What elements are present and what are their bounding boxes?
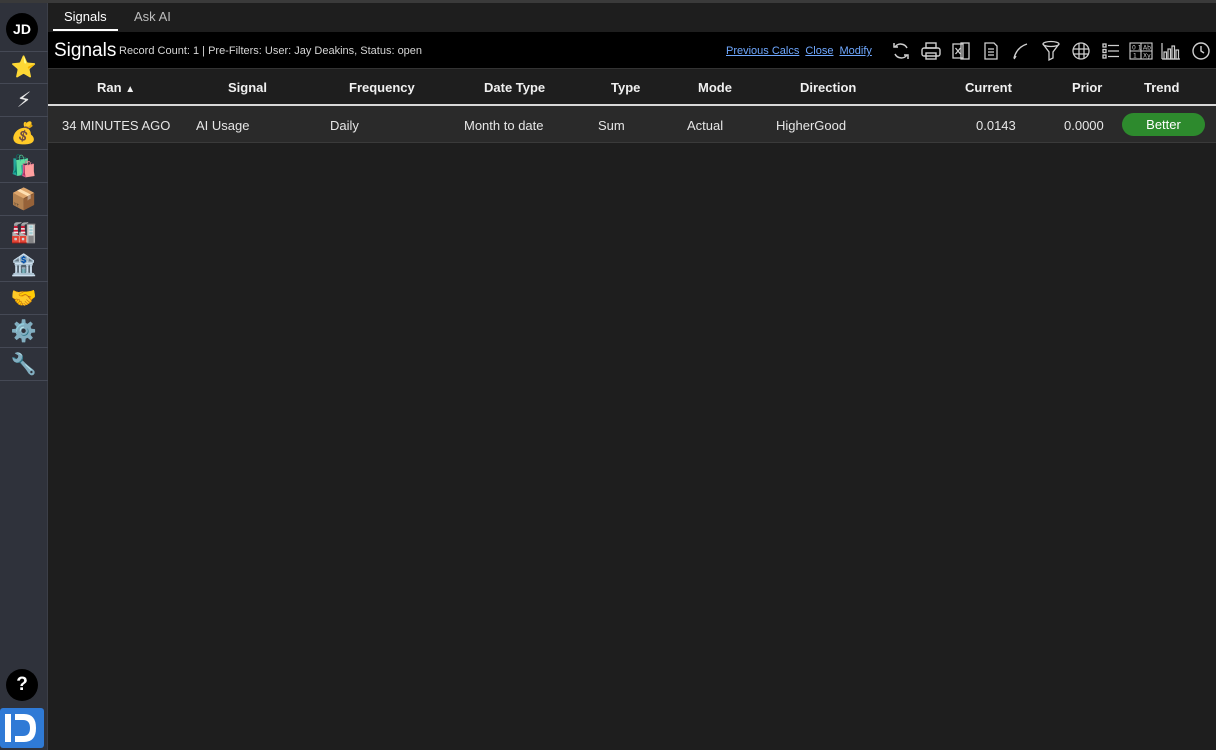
globe-grid-icon (1072, 42, 1090, 60)
modify-link[interactable]: Modify (839, 45, 871, 57)
refresh-button[interactable] (886, 39, 916, 63)
factory-icon: 🏭 (10, 220, 38, 244)
gear-icon: ⚙️ (10, 319, 38, 343)
star-icon: ⭐ (10, 56, 38, 79)
cell-type: Sum (598, 118, 625, 133)
clock-button[interactable] (1186, 39, 1216, 63)
tab-signals[interactable]: Signals (53, 3, 118, 31)
page-title: Signals (54, 40, 117, 61)
filter-button[interactable] (1036, 39, 1066, 63)
tab-ask-ai[interactable]: Ask AI (123, 3, 182, 31)
column-header-prior[interactable]: Prior (1072, 80, 1102, 95)
sidebar-item-crm[interactable]: 🤝 (0, 282, 48, 315)
column-header-type[interactable]: Type (611, 80, 640, 95)
sort-ascending-icon: ▲ (125, 84, 136, 95)
table-row[interactable]: 34 MINUTES AGO AI Usage Daily Month to d… (48, 106, 1216, 143)
column-header-frequency[interactable]: Frequency (349, 80, 415, 95)
money-bag-icon: 💰 (10, 121, 38, 145)
signals-table: Ran ▲ Signal Frequency Date Type Type Mo… (48, 69, 1216, 143)
bank-icon: 🏦 (10, 253, 38, 277)
close-link[interactable]: Close (805, 45, 833, 57)
header-links: Previous Calcs Close Modify (726, 45, 878, 57)
column-header-date-type[interactable]: Date Type (484, 80, 545, 95)
sidebar-item-tools[interactable]: 🔧 (0, 348, 48, 381)
print-icon (921, 42, 941, 60)
help-button[interactable]: ? (6, 669, 38, 701)
logo-icon (5, 714, 36, 742)
bar-chart-icon (1161, 43, 1180, 60)
list-icon (1102, 43, 1119, 59)
sidebar-item-manufacturing[interactable]: 🏭 (0, 216, 48, 249)
svg-text:Xy: Xy (1143, 53, 1151, 60)
toolbar: 0 1 Ab 1 Xy (886, 39, 1216, 63)
column-header-current[interactable]: Current (965, 80, 1012, 95)
page-header: Signals Record Count: 1 | Pre-Filters: U… (48, 32, 1216, 69)
calculator-button[interactable]: 0 1 Ab 1 Xy (1126, 39, 1156, 63)
sidebar-item-settings[interactable]: ⚙️ (0, 315, 48, 348)
document-button[interactable] (976, 39, 1006, 63)
column-header-mode[interactable]: Mode (698, 80, 732, 95)
tab-bar: Signals Ask AI (48, 3, 1216, 32)
svg-text:1: 1 (1133, 53, 1137, 60)
bar-chart-button[interactable] (1156, 39, 1186, 63)
sidebar-item-finance[interactable]: 💰 (0, 117, 48, 150)
column-label: Ran (97, 80, 122, 95)
sidebar-item-banking[interactable]: 🏦 (0, 249, 48, 282)
column-header-trend[interactable]: Trend (1144, 80, 1179, 95)
column-header-ran[interactable]: Ran ▲ (97, 80, 135, 95)
column-header-direction[interactable]: Direction (800, 80, 856, 95)
svg-text:Ab: Ab (1143, 45, 1151, 52)
sidebar-item-favorites[interactable]: ⭐ (0, 51, 48, 84)
cell-direction: HigherGood (776, 118, 847, 133)
cell-date-type: Month to date (464, 118, 544, 133)
cell-ran: 34 MINUTES AGO (62, 118, 171, 133)
refresh-icon (893, 43, 909, 59)
excel-export-button[interactable] (946, 39, 976, 63)
chart-line-button[interactable] (1006, 39, 1036, 63)
column-header-signal[interactable]: Signal (228, 80, 267, 95)
sidebar-nav: ⭐ ⚡ 💰 🛍️ 📦 🏭 🏦 🤝 ⚙️ 🔧 (0, 51, 48, 381)
list-button[interactable] (1096, 39, 1126, 63)
svg-text:0 1: 0 1 (1132, 45, 1142, 52)
cell-frequency: Daily (330, 118, 359, 133)
cell-mode: Actual (687, 118, 724, 133)
previous-calcs-link[interactable]: Previous Calcs (726, 45, 799, 57)
record-count-filters: Record Count: 1 | Pre-Filters: User: Jay… (119, 45, 423, 57)
lightning-icon: ⚡ (16, 88, 32, 112)
shopping-bags-icon: 🛍️ (10, 154, 38, 178)
sidebar-item-sales[interactable]: 🛍️ (0, 150, 48, 183)
package-icon: 📦 (10, 187, 38, 211)
globe-grid-button[interactable] (1066, 39, 1096, 63)
avatar[interactable]: JD (6, 13, 38, 45)
wrench-icon: 🔧 (10, 352, 38, 376)
cell-current: 0.0143 (976, 118, 1016, 133)
document-icon (984, 42, 998, 60)
trend-badge: Better (1122, 113, 1205, 136)
calculator-icon: 0 1 Ab 1 Xy (1129, 42, 1153, 60)
app-logo[interactable] (0, 708, 44, 748)
sidebar: JD ⭐ ⚡ 💰 🛍️ 📦 🏭 🏦 🤝 ⚙️ 🔧 ? (0, 3, 48, 750)
excel-export-icon (952, 42, 970, 60)
print-button[interactable] (916, 39, 946, 63)
chart-line-icon (1013, 43, 1028, 60)
cell-signal: AI Usage (196, 118, 250, 133)
cell-prior: 0.0000 (1064, 118, 1104, 133)
sidebar-item-signals[interactable]: ⚡ (0, 84, 48, 117)
clock-icon (1192, 42, 1210, 60)
filter-icon (1042, 40, 1060, 62)
table-header: Ran ▲ Signal Frequency Date Type Type Mo… (48, 69, 1216, 106)
handshake-icon: 🤝 (10, 286, 38, 310)
sidebar-item-inventory[interactable]: 📦 (0, 183, 48, 216)
